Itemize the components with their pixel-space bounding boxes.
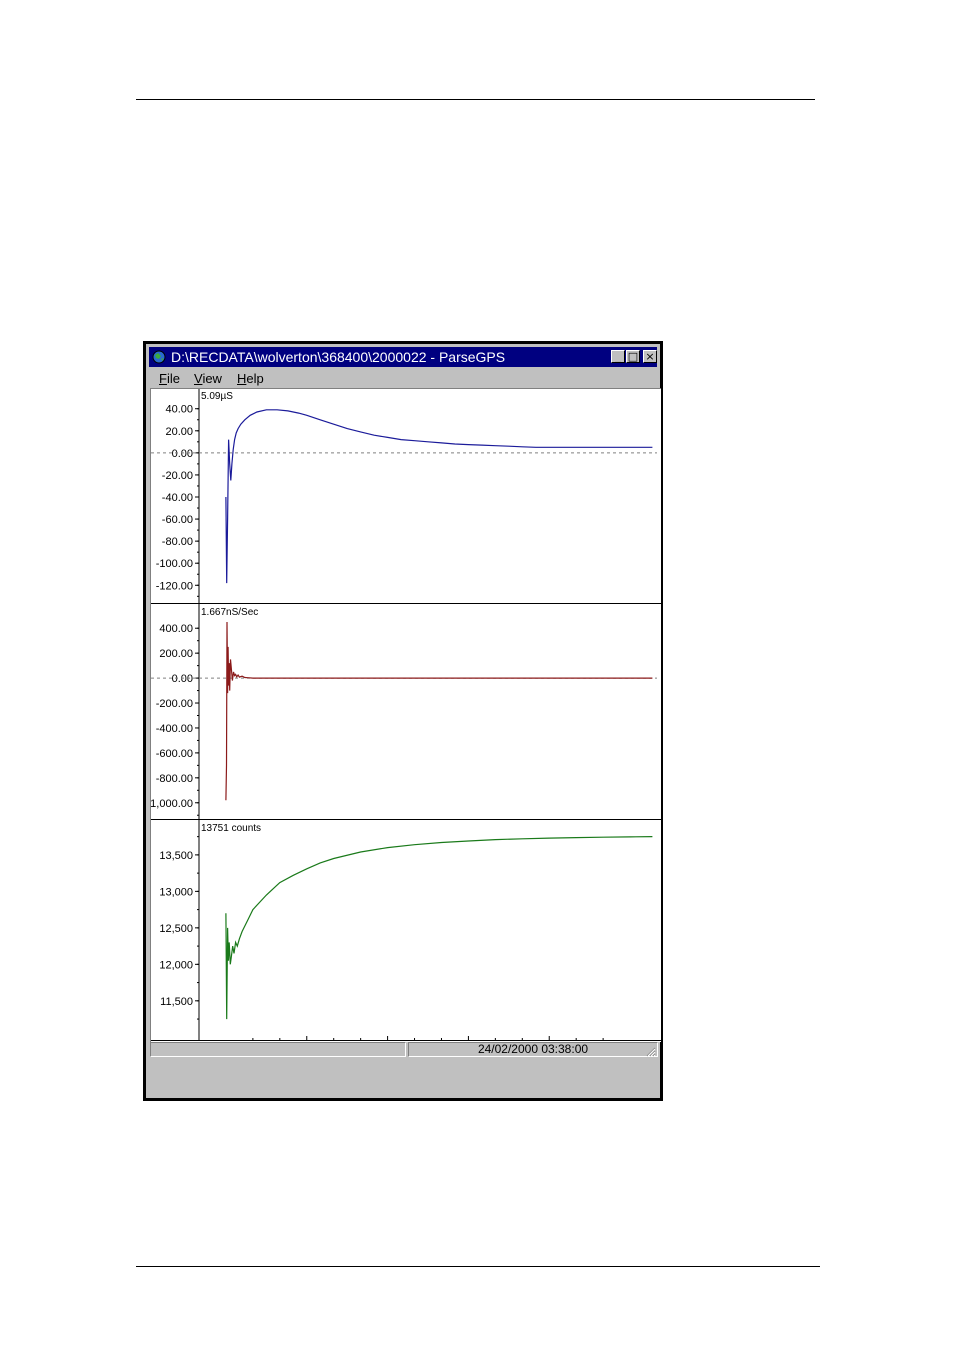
y-tick-label: 40.00 [165, 404, 193, 416]
status-bar: 24/02/2000 03:38:00 [149, 1040, 658, 1058]
menu-view-label: iew [202, 371, 222, 386]
y-tick-label: -40.00 [162, 492, 193, 504]
status-datetime: 24/02/2000 03:38:00 [408, 1042, 658, 1057]
resize-grip-icon[interactable] [646, 1047, 656, 1057]
y-tick-label: 20.00 [165, 426, 193, 438]
chart-title: 1.667nS/Sec [201, 607, 258, 618]
y-tick-label: -1,000.00 [151, 798, 193, 810]
menu-file[interactable]: File [159, 371, 180, 386]
status-pane-left [150, 1042, 406, 1057]
y-tick-label: 0.00 [172, 673, 193, 685]
parsegps-window: D:\RECDATA\wolverton\368400\2000022 - Pa… [143, 341, 663, 1101]
menu-bar: File View Help [149, 368, 657, 387]
menu-file-accel: F [159, 371, 167, 386]
window-title: D:\RECDATA\wolverton\368400\2000022 - Pa… [171, 349, 506, 365]
header-rule [136, 99, 815, 100]
y-tick-label: 13,000 [159, 886, 193, 898]
chart-title: 13751 counts [201, 823, 261, 834]
menu-help[interactable]: Help [237, 371, 264, 386]
charts-svg: 5.09µS 40.00 20.00 0.00 -20.00 -40.00 -60.00 -8… [151, 389, 661, 1041]
menu-view[interactable]: View [194, 371, 222, 386]
title-bar[interactable]: D:\RECDATA\wolverton\368400\2000022 - Pa… [149, 347, 657, 367]
minimize-button[interactable]: _ [611, 350, 625, 363]
menu-file-label: ile [166, 371, 180, 386]
y-tick-label: 12,500 [159, 923, 193, 935]
y-tick-label: 200.00 [159, 648, 193, 660]
footer-rule [136, 1266, 820, 1267]
series-line [225, 836, 653, 1020]
series-line [225, 621, 653, 801]
plot-area: 5.09µS 40.00 20.00 0.00 -20.00 -40.00 -60.00 -8… [150, 388, 661, 1042]
y-tick-label: -120.00 [156, 580, 193, 592]
app-icon[interactable] [152, 350, 166, 364]
close-button[interactable]: × [643, 350, 657, 363]
y-tick-label: -20.00 [162, 470, 193, 482]
y-tick-label: 400.00 [159, 623, 193, 635]
y-tick-label: -800.00 [156, 773, 193, 785]
y-tick-label: -60.00 [162, 514, 193, 526]
y-tick-label: -600.00 [156, 748, 193, 760]
y-tick-label: 11,500 [160, 996, 193, 1008]
menu-help-label: elp [246, 371, 264, 386]
y-tick-label: -100.00 [156, 558, 193, 570]
y-tick-label: -400.00 [156, 723, 193, 735]
series-line [225, 409, 653, 584]
maximize-button[interactable]: □ [626, 350, 640, 363]
y-tick-label: 12,000 [159, 959, 193, 971]
y-tick-label: 13,500 [159, 850, 193, 862]
y-tick-label: -200.00 [156, 698, 193, 710]
y-tick-label: -80.00 [162, 536, 193, 548]
y-tick-label: 0.00 [172, 448, 193, 460]
menu-help-accel: H [237, 371, 247, 386]
chart-title: 5.09µS [201, 391, 233, 402]
